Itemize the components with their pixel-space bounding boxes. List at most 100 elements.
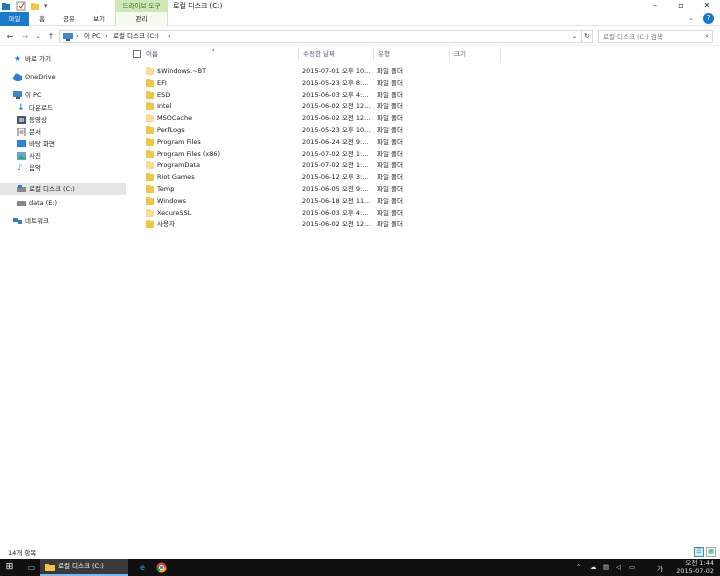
maximize-button[interactable]: ▫ <box>668 0 694 12</box>
large-icons-view-button[interactable]: ▦ <box>706 547 716 557</box>
breadcrumb-local-disk[interactable]: 로컬 디스크 (C:) <box>113 31 159 42</box>
document-icon <box>17 128 26 136</box>
file-row[interactable]: ESD 2015-06-03 오후 4:... 파일 폴더 <box>126 89 526 101</box>
forward-button[interactable]: → <box>20 31 30 42</box>
nav-item-documents[interactable]: 문서 <box>0 126 126 138</box>
search-input[interactable] <box>599 31 699 42</box>
file-row[interactable]: Program Files (x86) 2015-07-02 오전 1:... 파일… <box>126 148 526 160</box>
column-header-type[interactable]: 유형 <box>374 47 450 61</box>
chevron-right-icon: › <box>105 32 108 40</box>
file-modified: 2015-07-01 오후 10... <box>302 67 371 75</box>
nav-item-local-disk-c[interactable]: 로컬 디스크 (C:) <box>0 183 126 195</box>
ime-indicator[interactable]: 가 <box>657 563 663 573</box>
tab-share[interactable]: 공유 <box>56 12 82 26</box>
clock[interactable]: 오전 1:44 2015-07-02 <box>674 559 714 575</box>
volume-icon[interactable]: ◁ <box>616 563 621 571</box>
folder-icon <box>146 102 154 111</box>
file-row[interactable]: Intel 2015-06-02 오전 12... 파일 폴더 <box>126 100 526 112</box>
folder-icon <box>146 220 154 229</box>
file-type: 파일 폴더 <box>377 126 403 134</box>
customize-quick-access-icon[interactable]: ▾ <box>44 1 54 11</box>
file-row[interactable]: ProgramData 2015-07-02 오전 1:... 파일 폴더 <box>126 159 526 171</box>
file-row[interactable]: Riot Games 2015-06-12 오후 3:... 파일 폴더 <box>126 171 526 183</box>
file-modified: 2015-07-02 오전 1:... <box>302 161 369 170</box>
chrome-icon[interactable] <box>156 562 167 573</box>
navigation-pane: ★ 바로 가기 OneDrive 이 PC ↓ 다운로드 동영상 문서 바탕 화… <box>0 47 126 545</box>
nav-item-downloads[interactable]: ↓ 다운로드 <box>0 102 126 114</box>
file-row[interactable]: EFI 2015-05-23 오후 8:... 파일 폴더 <box>126 77 526 89</box>
up-button[interactable]: ↑ <box>46 31 56 42</box>
file-name: Riot Games <box>157 173 195 182</box>
taskbar-file-explorer[interactable]: 로컬 디스크 (C:) <box>40 559 128 576</box>
nav-item-music[interactable]: ♪ 음악 <box>0 162 126 174</box>
onedrive-tray-icon[interactable]: ☁ <box>590 563 597 571</box>
nav-item-onedrive[interactable]: OneDrive <box>0 71 126 83</box>
tab-home[interactable]: 홈 <box>33 12 51 26</box>
file-row[interactable]: Windows 2015-06-18 오전 11... 파일 폴더 <box>126 195 526 207</box>
breadcrumb-this-pc[interactable]: 이 PC <box>84 31 101 42</box>
file-name: Program Files (x86) <box>157 149 221 158</box>
address-bar[interactable]: › 이 PC › 로컬 디스크 (C:) › ⌄ <box>59 30 582 43</box>
file-row[interactable]: $Windows.~BT 2015-07-01 오후 10... 파일 폴더 <box>126 65 526 77</box>
pictures-icon <box>17 152 26 160</box>
file-modified: 2015-06-03 오후 4:... <box>302 90 369 99</box>
nav-item-videos[interactable]: 동영상 <box>0 114 126 126</box>
file-modified: 2015-06-02 오전 12... <box>302 114 371 123</box>
chevron-down-icon[interactable]: ⌄ <box>572 31 577 42</box>
language-icon[interactable]: ▭ <box>629 563 635 571</box>
desktop-icon <box>17 140 26 147</box>
task-view-icon[interactable]: ▭ <box>26 562 37 573</box>
computer-icon <box>63 33 73 41</box>
refresh-button[interactable]: ↻ <box>582 30 593 43</box>
file-row[interactable]: XecureSSL 2015-06-03 오후 4:... 파일 폴더 <box>126 207 526 219</box>
chevron-down-icon[interactable]: ⌄ <box>686 14 696 24</box>
file-row[interactable]: 사용자 2015-06-02 오전 12... 파일 폴더 <box>126 218 526 230</box>
computer-icon <box>13 91 22 99</box>
start-button[interactable]: ⊞ <box>0 559 19 576</box>
edge-icon[interactable]: e <box>137 562 148 573</box>
context-tab-group: 드라이브 도구 <box>115 0 168 12</box>
column-header-name[interactable]: 이름 ▴ <box>142 47 299 61</box>
file-type: 파일 폴더 <box>377 90 403 99</box>
nav-item-data-e[interactable]: data (E:) <box>0 197 126 209</box>
file-modified: 2015-06-24 오전 9:... <box>302 137 369 146</box>
new-folder-icon[interactable] <box>30 1 40 11</box>
ribbon-tabs: 파일 홈 공유 보기 관리 ⌄ ? <box>0 12 720 26</box>
nav-item-desktop[interactable]: 바탕 화면 <box>0 138 126 150</box>
nav-item-network[interactable]: 네트워크 <box>0 215 126 227</box>
file-row[interactable]: Temp 2015-06-05 오전 9:... 파일 폴더 <box>126 183 526 195</box>
tab-file[interactable]: 파일 <box>0 12 29 26</box>
back-button[interactable]: ← <box>5 31 15 42</box>
file-name: Program Files <box>157 137 201 146</box>
column-header-modified[interactable]: 수정한 날짜 <box>299 47 374 61</box>
file-row[interactable]: PerfLogs 2015-05-23 오후 10... 파일 폴더 <box>126 124 526 136</box>
star-icon: ★ <box>14 54 22 63</box>
nav-item-quick-access[interactable]: ★ 바로 가기 <box>0 53 126 65</box>
select-all-checkbox[interactable] <box>133 50 141 58</box>
tab-manage[interactable]: 관리 <box>115 12 168 26</box>
column-header-size[interactable]: 크기 <box>450 47 501 61</box>
search-box[interactable]: ⌕ <box>598 30 713 43</box>
folder-icon <box>146 161 154 170</box>
file-name: Intel <box>157 102 172 111</box>
minimize-button[interactable]: – <box>642 0 668 12</box>
file-row[interactable]: Program Files 2015-06-24 오전 9:... 파일 폴더 <box>126 136 526 148</box>
file-type: 파일 폴더 <box>377 137 403 146</box>
network-tray-icon[interactable]: ▤ <box>603 563 609 571</box>
help-icon[interactable]: ? <box>703 13 714 24</box>
video-icon <box>17 116 26 124</box>
file-row[interactable]: MSOCache 2015-06-02 오전 12... 파일 폴더 <box>126 112 526 124</box>
tab-view[interactable]: 보기 <box>86 12 112 26</box>
column-header-row: 이름 ▴ 수정한 날짜 유형 크기 <box>126 47 720 61</box>
nav-item-pictures[interactable]: 사진 <box>0 150 126 162</box>
show-hidden-icons-icon[interactable]: ⌃ <box>576 563 581 571</box>
file-modified: 2015-05-23 오후 10... <box>302 126 371 134</box>
status-bar: 14개 항목 ☰ ▦ <box>0 545 720 559</box>
properties-icon[interactable] <box>16 1 26 11</box>
details-view-button[interactable]: ☰ <box>694 547 704 557</box>
file-type: 파일 폴더 <box>377 185 403 193</box>
music-icon: ♪ <box>17 163 23 172</box>
recent-locations-icon[interactable]: ⌄ <box>33 31 43 42</box>
nav-item-this-pc[interactable]: 이 PC <box>0 89 126 101</box>
close-button[interactable]: ✕ <box>694 0 720 12</box>
